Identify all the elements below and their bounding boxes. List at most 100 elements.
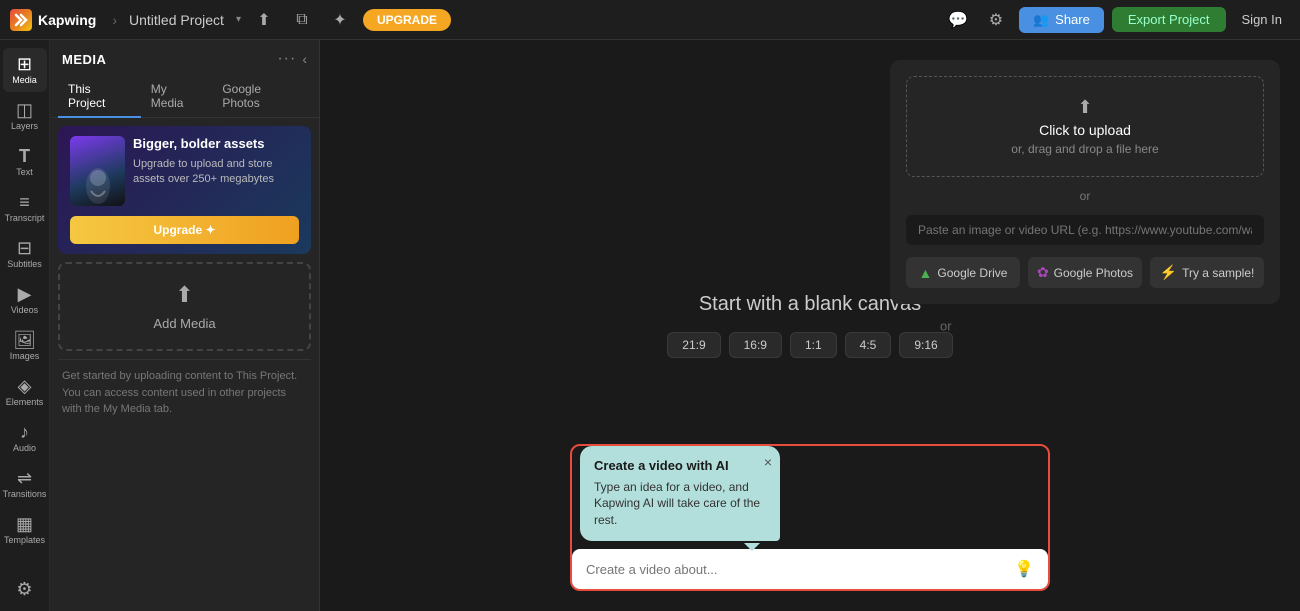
sample-icon: ⚡ <box>1160 264 1177 281</box>
ai-bubble-close-button[interactable]: × <box>764 454 772 470</box>
tab-my-media[interactable]: My Media <box>141 76 213 118</box>
sidebar-item-settings[interactable]: ⚙ <box>3 567 47 611</box>
ai-video-input[interactable] <box>586 562 1006 577</box>
url-input[interactable] <box>918 223 1252 237</box>
ai-create-popup: × Create a video with AI Type an idea fo… <box>570 444 1050 591</box>
sidebar-item-subtitles[interactable]: ⊟ Subtitles <box>3 232 47 276</box>
panel-collapse-button[interactable]: ‹ <box>302 51 307 67</box>
blank-canvas-label: Start with a blank canvas <box>699 293 921 316</box>
images-icon: 🖼 <box>13 331 36 349</box>
google-photos-icon: ✿ <box>1037 264 1049 281</box>
try-sample-label: Try a sample! <box>1182 266 1254 280</box>
panel-header: MEDIA ··· ‹ <box>50 40 319 76</box>
upload-url-bar <box>906 215 1264 245</box>
sidebar-item-audio[interactable]: ♪ Audio <box>3 416 47 460</box>
share-button[interactable]: 👥 Share <box>1019 7 1104 33</box>
sidebar-item-label-layers: Layers <box>11 121 38 131</box>
kapwing-logo-icon <box>10 9 32 31</box>
panel-tabs: This Project My Media Google Photos <box>50 76 319 118</box>
canvas-area[interactable]: Start with a blank canvas 21:9 16:9 1:1 … <box>320 40 1300 611</box>
banner-text-content: Bigger, bolder assets Upgrade to upload … <box>133 136 299 206</box>
elements-icon: ◈ <box>18 377 32 395</box>
banner-description: Upgrade to upload and store assets over … <box>133 157 299 188</box>
google-photos-button[interactable]: ✿ Google Photos <box>1028 257 1142 288</box>
sidebar-item-label-subtitles: Subtitles <box>7 259 42 269</box>
subtitles-icon: ⊟ <box>17 239 32 257</box>
or-divider: or <box>906 189 1264 203</box>
ratio-4-5[interactable]: 4:5 <box>845 332 892 358</box>
sidebar-item-label-images: Images <box>10 351 40 361</box>
project-name[interactable]: Untitled Project <box>129 12 224 28</box>
settings-nav-icon: ⚙ <box>16 580 32 598</box>
panel-more-button[interactable]: ··· <box>277 50 296 68</box>
sidebar-item-label-videos: Videos <box>11 305 38 315</box>
upgrade-banner-button[interactable]: Upgrade ✦ <box>70 216 299 244</box>
ratio-buttons: 21:9 16:9 1:1 4:5 9:16 <box>667 332 952 358</box>
videos-icon: ▶ <box>18 285 32 303</box>
sidebar-item-label-templates: Templates <box>4 535 45 545</box>
tab-google-photos[interactable]: Google Photos <box>212 76 311 118</box>
ratio-1-1[interactable]: 1:1 <box>790 332 837 358</box>
topbar: Kapwing › Untitled Project ▾ ⬆ ⧉ ✦ UPGRA… <box>0 0 1300 40</box>
google-drive-button[interactable]: ▲ Google Drive <box>906 257 1020 288</box>
export-button[interactable]: Export Project <box>1112 7 1226 32</box>
sidebar-item-text[interactable]: T Text <box>3 140 47 184</box>
sidebar-item-label-transcript: Transcript <box>5 213 45 223</box>
settings-icon-btn[interactable]: ⚙ <box>981 5 1011 35</box>
upload-title: Click to upload <box>927 122 1243 138</box>
media-panel: MEDIA ··· ‹ This Project My Media Google… <box>50 40 320 611</box>
or-canvas-label: or <box>940 318 952 333</box>
upgrade-banner-content: Bigger, bolder assets Upgrade to upload … <box>58 126 311 216</box>
panel-divider <box>58 359 311 360</box>
sidebar-item-media[interactable]: ⊞ Media <box>3 48 47 92</box>
upload-dropzone[interactable]: ⬆ Click to upload or, drag and drop a fi… <box>906 76 1264 177</box>
sidebar-item-images[interactable]: 🖼 Images <box>3 324 47 368</box>
project-chevron-icon[interactable]: ▾ <box>236 14 241 25</box>
sidebar-item-layers[interactable]: ◫ Layers <box>3 94 47 138</box>
tab-this-project[interactable]: This Project <box>58 76 141 118</box>
upload-icon-btn[interactable]: ⬆ <box>249 5 279 35</box>
signin-button[interactable]: Sign In <box>1234 7 1290 32</box>
upgrade-button[interactable]: UPGRADE <box>363 9 451 31</box>
transcript-icon: ≡ <box>19 193 30 211</box>
sidebar-item-transcript[interactable]: ≡ Transcript <box>3 186 47 230</box>
ai-bubble: × Create a video with AI Type an idea fo… <box>580 446 780 541</box>
transitions-icon: ⇌ <box>17 469 32 487</box>
sidebar-item-videos[interactable]: ▶ Videos <box>3 278 47 322</box>
upload-panel: ⬆ Click to upload or, drag and drop a fi… <box>890 60 1280 304</box>
service-buttons: ▲ Google Drive ✿ Google Photos ⚡ Try a s… <box>906 257 1264 288</box>
banner-heading: Bigger, bolder assets <box>133 136 299 153</box>
text-icon: T <box>19 147 30 165</box>
share-label: Share <box>1055 12 1090 27</box>
brightness-icon-btn[interactable]: ✦ <box>325 5 355 35</box>
breadcrumb-sep: › <box>112 12 117 28</box>
sidebar-item-elements[interactable]: ◈ Elements <box>3 370 47 414</box>
upload-add-icon: ⬆ <box>175 282 193 308</box>
topbar-logo: Kapwing <box>10 9 96 31</box>
comment-icon-btn[interactable]: 💬 <box>943 5 973 35</box>
ratio-21-9[interactable]: 21:9 <box>667 332 720 358</box>
panel-hint: Get started by uploading content to This… <box>50 368 319 418</box>
share-icon: 👥 <box>1033 12 1049 28</box>
ai-lightbulb-icon: 💡 <box>1014 559 1034 579</box>
sidebar-item-label-audio: Audio <box>13 443 36 453</box>
try-sample-button[interactable]: ⚡ Try a sample! <box>1150 257 1264 288</box>
sidebar-item-templates[interactable]: ▦ Templates <box>3 508 47 552</box>
ratio-9-16[interactable]: 9:16 <box>899 332 952 358</box>
brand-name: Kapwing <box>38 12 96 28</box>
sidebar-item-label-elements: Elements <box>6 397 44 407</box>
ai-bubble-title: Create a video with AI <box>594 458 766 473</box>
banner-thumb-graphic <box>70 136 125 206</box>
ratio-16-9[interactable]: 16:9 <box>729 332 782 358</box>
sidebar-item-transitions[interactable]: ⇌ Transitions <box>3 462 47 506</box>
ai-input-bar: 💡 <box>572 549 1048 589</box>
google-photos-label: Google Photos <box>1054 266 1133 280</box>
layers-icon: ◫ <box>16 101 33 119</box>
duplicate-icon-btn[interactable]: ⧉ <box>287 5 317 35</box>
add-media-button[interactable]: ⬆ Add Media <box>58 262 311 351</box>
ai-bubble-text: Type an idea for a video, and Kapwing AI… <box>594 479 766 529</box>
templates-icon: ▦ <box>16 515 33 533</box>
upload-subtitle: or, drag and drop a file here <box>927 142 1243 156</box>
upgrade-banner: Bigger, bolder assets Upgrade to upload … <box>58 126 311 254</box>
sidebar-item-label-media: Media <box>12 75 37 85</box>
